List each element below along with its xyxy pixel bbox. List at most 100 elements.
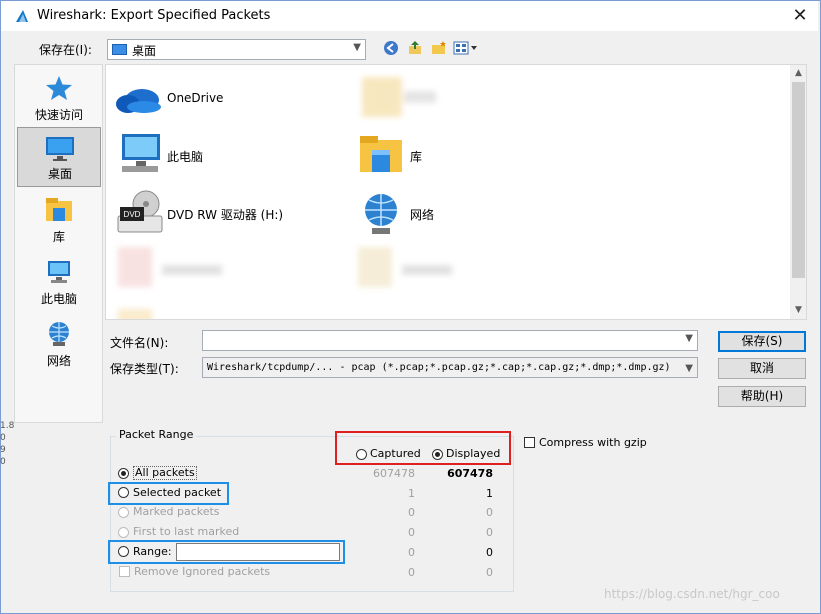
range-displayed: 0 bbox=[486, 546, 493, 559]
first-to-last-label[interactable]: First to last marked bbox=[133, 525, 239, 538]
file-item-onedrive[interactable]: OneDrive bbox=[112, 75, 312, 125]
selected-packet-captured: 1 bbox=[408, 487, 415, 500]
all-packets-captured: 607478 bbox=[373, 467, 415, 480]
packet-range-title: Packet Range bbox=[116, 428, 197, 441]
desktop-icon bbox=[45, 136, 75, 162]
file-item-blurred[interactable] bbox=[362, 75, 462, 125]
filetype-label: 保存类型(T): bbox=[110, 362, 179, 376]
star-icon bbox=[44, 75, 74, 101]
marked-packets-captured: 0 bbox=[408, 506, 415, 519]
scroll-down-icon[interactable]: ▼ bbox=[790, 302, 806, 319]
blurred-label-placeholder bbox=[402, 265, 452, 275]
selected-packet-displayed: 1 bbox=[486, 487, 493, 500]
filename-input[interactable]: ▼ bbox=[202, 330, 698, 351]
place-network[interactable]: 网络 bbox=[17, 313, 101, 373]
network-icon bbox=[44, 321, 74, 347]
file-item-dvd-drive[interactable]: DVD DVD RW 驱动器 (H:) bbox=[112, 190, 352, 240]
first-to-last-displayed: 0 bbox=[486, 526, 493, 539]
dvd-icon: DVD bbox=[116, 190, 164, 239]
svg-text:DVD: DVD bbox=[124, 210, 141, 219]
wireshark-fin-icon bbox=[14, 8, 30, 24]
place-label: 此电脑 bbox=[40, 292, 77, 306]
all-packets-displayed: 607478 bbox=[447, 467, 493, 480]
new-folder-icon[interactable] bbox=[429, 40, 449, 60]
network-icon bbox=[358, 192, 404, 239]
file-list[interactable]: OneDrive 此电脑 库 DVD DVD RW 驱动器 (H:) 网络 ▲ … bbox=[105, 64, 807, 320]
blurred-label-placeholder bbox=[162, 265, 222, 275]
remove-ignored-label[interactable]: Remove Ignored packets bbox=[134, 565, 270, 578]
filename-label: 文件名(N): bbox=[110, 336, 169, 350]
background-text: 1.8 0 9 0 bbox=[0, 421, 15, 467]
place-this-pc[interactable]: 此电脑 bbox=[17, 251, 101, 311]
compress-gzip-label[interactable]: Compress with gzip bbox=[539, 436, 647, 449]
chevron-down-icon: ▼ bbox=[685, 363, 693, 374]
vertical-scrollbar[interactable]: ▲ ▼ bbox=[790, 65, 806, 319]
place-library[interactable]: 库 bbox=[17, 189, 101, 249]
scroll-up-icon[interactable]: ▲ bbox=[790, 65, 806, 82]
range-captured: 0 bbox=[408, 546, 415, 559]
highlight-selected-packet bbox=[108, 482, 229, 505]
all-packets-radio[interactable] bbox=[118, 468, 129, 479]
up-folder-icon[interactable] bbox=[405, 40, 425, 60]
computer-icon bbox=[44, 259, 74, 285]
save-in-combo[interactable]: 桌面 ▼ bbox=[107, 39, 366, 60]
help-button[interactable]: 帮助(H) bbox=[718, 386, 806, 407]
file-item-this-pc[interactable]: 此电脑 bbox=[112, 132, 312, 182]
file-item-label: 此电脑 bbox=[167, 150, 204, 164]
place-desktop[interactable]: 桌面 bbox=[17, 127, 101, 187]
desktop-folder-icon bbox=[112, 44, 127, 55]
place-label: 桌面 bbox=[47, 167, 72, 181]
place-label: 库 bbox=[52, 230, 65, 244]
places-bar: 快速访问 桌面 库 此电脑 网络 bbox=[14, 64, 103, 423]
file-item-library[interactable]: 库 bbox=[358, 132, 558, 182]
file-item-network[interactable]: 网络 bbox=[358, 190, 558, 240]
back-arrow-icon[interactable] bbox=[381, 40, 401, 60]
chevron-down-icon[interactable]: ▼ bbox=[685, 333, 693, 344]
close-button[interactable]: ✕ bbox=[787, 3, 813, 29]
chevron-down-icon: ▼ bbox=[353, 42, 361, 53]
library-icon bbox=[358, 134, 404, 177]
file-icon bbox=[118, 247, 152, 287]
file-item-label: 库 bbox=[410, 150, 423, 164]
place-label: 网络 bbox=[46, 354, 71, 368]
highlight-captured-displayed bbox=[335, 431, 511, 465]
compress-gzip-checkbox[interactable] bbox=[524, 437, 535, 448]
file-item-blurred[interactable] bbox=[358, 245, 468, 295]
file-item-blurred[interactable] bbox=[118, 305, 178, 319]
place-quick-access[interactable]: 快速访问 bbox=[17, 67, 101, 127]
file-item-blurred[interactable] bbox=[118, 245, 228, 295]
highlight-range bbox=[108, 540, 345, 564]
save-button[interactable]: 保存(S) bbox=[718, 331, 806, 352]
all-packets-label[interactable]: All packets bbox=[133, 466, 197, 480]
first-to-last-captured: 0 bbox=[408, 526, 415, 539]
save-in-label: 保存在(I): bbox=[39, 43, 92, 57]
file-item-label: OneDrive bbox=[167, 91, 224, 105]
title-bar: Wireshark: Export Specified Packets ✕ bbox=[1, 1, 818, 31]
marked-packets-radio[interactable] bbox=[118, 507, 129, 518]
place-label: 快速访问 bbox=[34, 108, 83, 122]
background-window-fragment: 1.8 0 9 0 bbox=[0, 420, 15, 480]
cancel-button[interactable]: 取消 bbox=[718, 358, 806, 379]
cloud-icon bbox=[114, 83, 162, 118]
first-to-last-radio[interactable] bbox=[118, 527, 129, 538]
file-icon bbox=[118, 309, 152, 319]
blurred-label-placeholder bbox=[404, 91, 436, 103]
remove-ignored-captured: 0 bbox=[408, 566, 415, 579]
view-menu-icon[interactable] bbox=[452, 40, 480, 60]
marked-packets-label[interactable]: Marked packets bbox=[133, 505, 220, 518]
computer-icon bbox=[116, 132, 164, 179]
marked-packets-displayed: 0 bbox=[486, 506, 493, 519]
folder-icon bbox=[362, 77, 402, 117]
file-icon bbox=[358, 247, 392, 287]
save-in-value: 桌面 bbox=[132, 44, 157, 58]
file-item-label: 网络 bbox=[410, 208, 435, 222]
window-title: Wireshark: Export Specified Packets bbox=[37, 8, 271, 23]
watermark: https://blog.csdn.net/hgr_coo bbox=[604, 587, 780, 601]
filetype-value: Wireshark/tcpdump/... - pcap (*.pcap;*.p… bbox=[207, 362, 671, 373]
filetype-select[interactable]: Wireshark/tcpdump/... - pcap (*.pcap;*.p… bbox=[202, 357, 698, 378]
remove-ignored-checkbox[interactable] bbox=[119, 566, 130, 577]
remove-ignored-displayed: 0 bbox=[486, 566, 493, 579]
scroll-thumb[interactable] bbox=[792, 82, 805, 278]
file-item-label: DVD RW 驱动器 (H:) bbox=[167, 208, 284, 222]
library-icon bbox=[44, 197, 74, 223]
